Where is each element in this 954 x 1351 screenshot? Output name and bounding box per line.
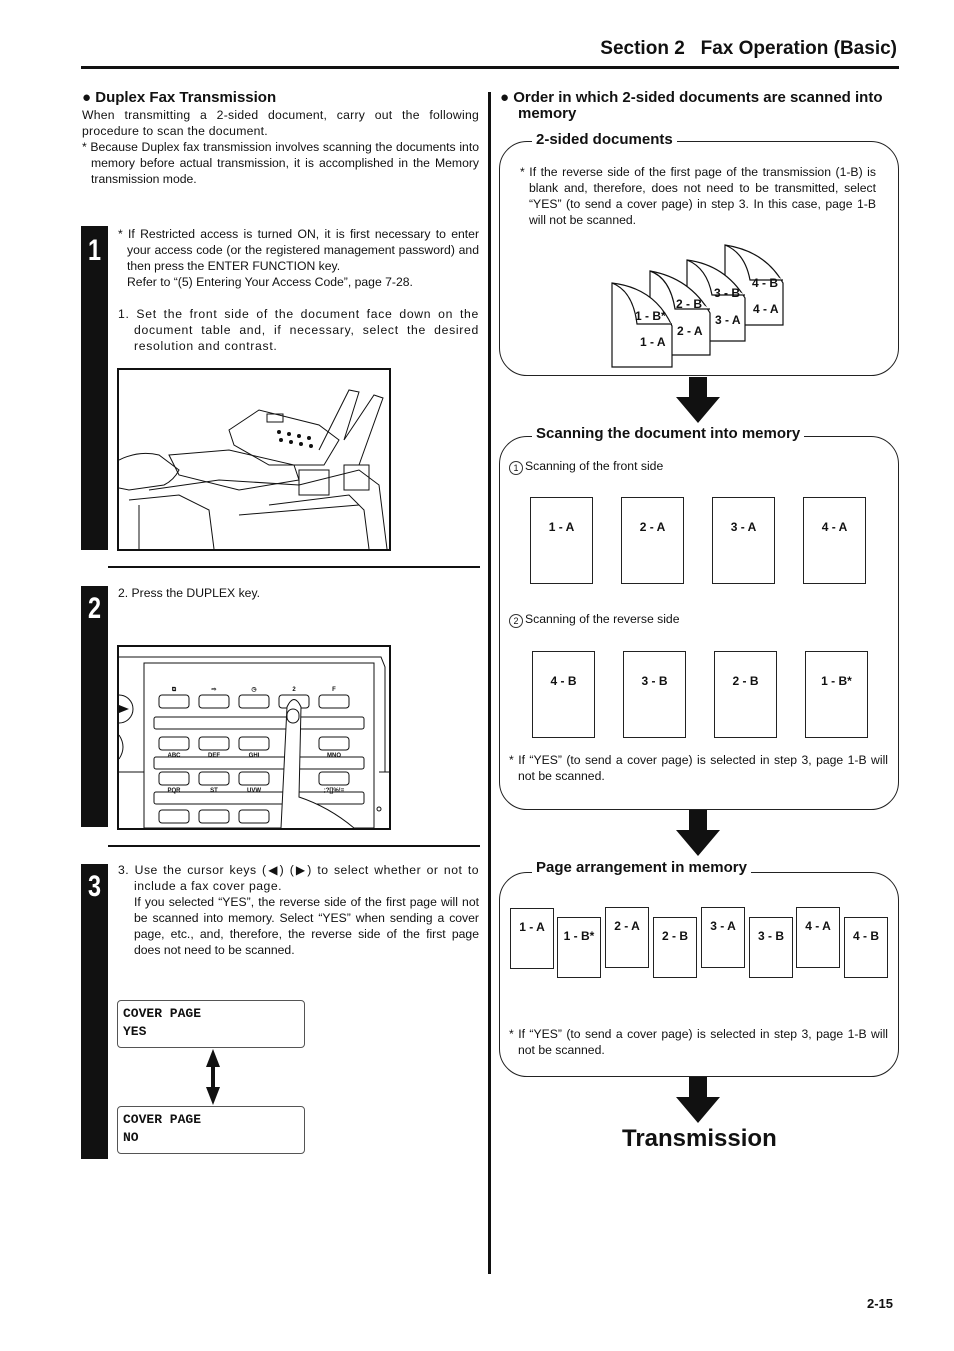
left-heading: ● Duplex Fax Transmission xyxy=(82,90,276,106)
down-arrow-icon xyxy=(676,810,720,856)
duplex-keypad-illustration: ⧉ ⇨ ◷ 2 F ABC DEF GHI MNO PQR ST UVW ;?[]%!= xyxy=(117,645,391,830)
sheet-label: 1 - B* xyxy=(635,309,666,323)
svg-text:2: 2 xyxy=(292,687,296,693)
sheet-label: 3 - B xyxy=(714,286,740,300)
reverse-page: 2 - B xyxy=(714,651,777,738)
panel1-note: * If the reverse side of the first page … xyxy=(520,165,876,227)
sheet-label: 2 - A xyxy=(677,324,703,338)
memory-page: 3 - A xyxy=(701,907,745,968)
svg-text:⧉: ⧉ xyxy=(172,687,177,693)
sheet-label: 2 - B xyxy=(676,297,702,311)
svg-text:;?[]%!=: ;?[]%!= xyxy=(324,788,345,794)
sheet-label: 1 - A xyxy=(640,335,666,349)
memory-page: 2 - B xyxy=(653,917,697,978)
down-arrow-icon xyxy=(676,1077,720,1123)
step1-note: * If Restricted access is turned ON, it … xyxy=(118,227,479,273)
left-note: * Because Duplex fax transmission involv… xyxy=(82,140,479,186)
svg-text:⇨: ⇨ xyxy=(211,687,216,693)
lcd-line1: COVER PAGE xyxy=(123,1112,202,1127)
reverse-page: 4 - B xyxy=(532,651,595,738)
memory-page: 1 - A xyxy=(510,908,554,969)
header-rule xyxy=(81,66,899,69)
front-page: 3 - A xyxy=(712,497,775,584)
step1-bar: 1 xyxy=(81,226,108,550)
step1-text: 1. Set the front side of the document fa… xyxy=(118,307,479,353)
left-heading-text: Duplex Fax Transmission xyxy=(95,89,277,106)
front-page: 1 - A xyxy=(530,497,593,584)
svg-text:F: F xyxy=(332,687,336,693)
svg-text:UVW: UVW xyxy=(247,788,261,794)
step-circle-icon: 1 xyxy=(509,461,523,475)
sheet-label: 4 - B xyxy=(752,276,778,290)
right-heading: ● Order in which 2-sided documents are s… xyxy=(500,90,898,122)
front-page: 4 - A xyxy=(803,497,866,584)
sheet-label: 4 - A xyxy=(753,302,779,316)
column-divider xyxy=(488,92,491,1274)
reverse-side-label: 2 Scanning of the reverse side xyxy=(509,611,679,628)
panel1-title: 2-sided documents xyxy=(532,131,677,149)
step2-divider xyxy=(108,845,480,847)
lcd-line2: NO xyxy=(123,1130,139,1145)
panel2-note: * If “YES” (to send a cover page) is sel… xyxy=(509,753,888,783)
step1-divider xyxy=(108,566,480,568)
page-number: 2-15 xyxy=(867,1296,894,1311)
left-intro: When transmitting a 2-sided document, ca… xyxy=(82,108,479,138)
step-circle-icon: 2 xyxy=(509,614,523,628)
keypad-icon: ⧉ ⇨ ◷ 2 F ABC DEF GHI MNO PQR ST UVW ;?[]%!= xyxy=(119,656,389,828)
svg-text:ST: ST xyxy=(210,788,218,794)
step1-refer: Refer to “(5) Entering Your Access Code”… xyxy=(127,275,413,289)
lcd-line1: COVER PAGE xyxy=(123,1006,202,1021)
step3-text: 3. Use the cursor keys (◀) (▶) to select… xyxy=(118,863,479,893)
down-arrow-icon xyxy=(676,377,720,423)
fax-machine-illustration xyxy=(117,368,391,551)
step3-explanation: If you selected “YES”, the reverse side … xyxy=(134,895,479,957)
step2-number: 2 xyxy=(87,592,102,625)
toggle-double-arrow-icon xyxy=(206,1049,220,1105)
memory-page: 1 - B* xyxy=(557,917,601,978)
lcd-line2: YES xyxy=(123,1024,147,1039)
step2-bar: 2 xyxy=(81,586,108,827)
fax-machine-icon xyxy=(119,389,388,549)
memory-page: 3 - B xyxy=(749,917,793,978)
section-header: Section 2 Fax Operation (Basic) xyxy=(600,38,897,59)
two-sided-sheets-illustration: 1 - B* 1 - A 2 - B 2 - A 3 - B 3 - A 4 -… xyxy=(611,244,784,368)
step3-number: 3 xyxy=(87,870,102,903)
reverse-page: 3 - B xyxy=(623,651,686,738)
panel2-title: Scanning the document into memory xyxy=(532,425,805,443)
svg-text:PQR: PQR xyxy=(167,788,181,794)
transmission-label: Transmission xyxy=(622,1125,777,1152)
svg-text:◷: ◷ xyxy=(251,687,257,693)
step1-number: 1 xyxy=(87,234,102,267)
reverse-page: 1 - B* xyxy=(805,651,868,738)
panel3-title: Page arrangement in memory xyxy=(532,859,751,877)
bullet-icon: ● xyxy=(500,89,510,106)
step3-bar: 3 xyxy=(81,864,108,1159)
panel3-note: * If “YES” (to send a cover page) is sel… xyxy=(509,1027,888,1057)
memory-page: 4 - B xyxy=(844,917,888,978)
svg-text:ABC: ABC xyxy=(168,753,182,759)
memory-page: 2 - A xyxy=(605,907,649,968)
step2-text: 2. Press the DUPLEX key. xyxy=(118,586,261,600)
front-page: 2 - A xyxy=(621,497,684,584)
svg-text:DEF: DEF xyxy=(208,753,220,759)
bullet-icon: ● xyxy=(82,89,92,106)
front-side-label: 1 Scanning of the front side xyxy=(509,458,663,475)
lcd-cover-page-no: COVER PAGE NO xyxy=(117,1106,305,1154)
right-heading-text: Order in which 2-sided documents are sca… xyxy=(513,89,883,122)
svg-text:GHI: GHI xyxy=(249,753,260,759)
memory-page: 4 - A xyxy=(796,907,840,968)
sheet-label: 3 - A xyxy=(715,313,741,327)
lcd-cover-page-yes: COVER PAGE YES xyxy=(117,1000,305,1048)
svg-text:MNO: MNO xyxy=(327,753,341,759)
